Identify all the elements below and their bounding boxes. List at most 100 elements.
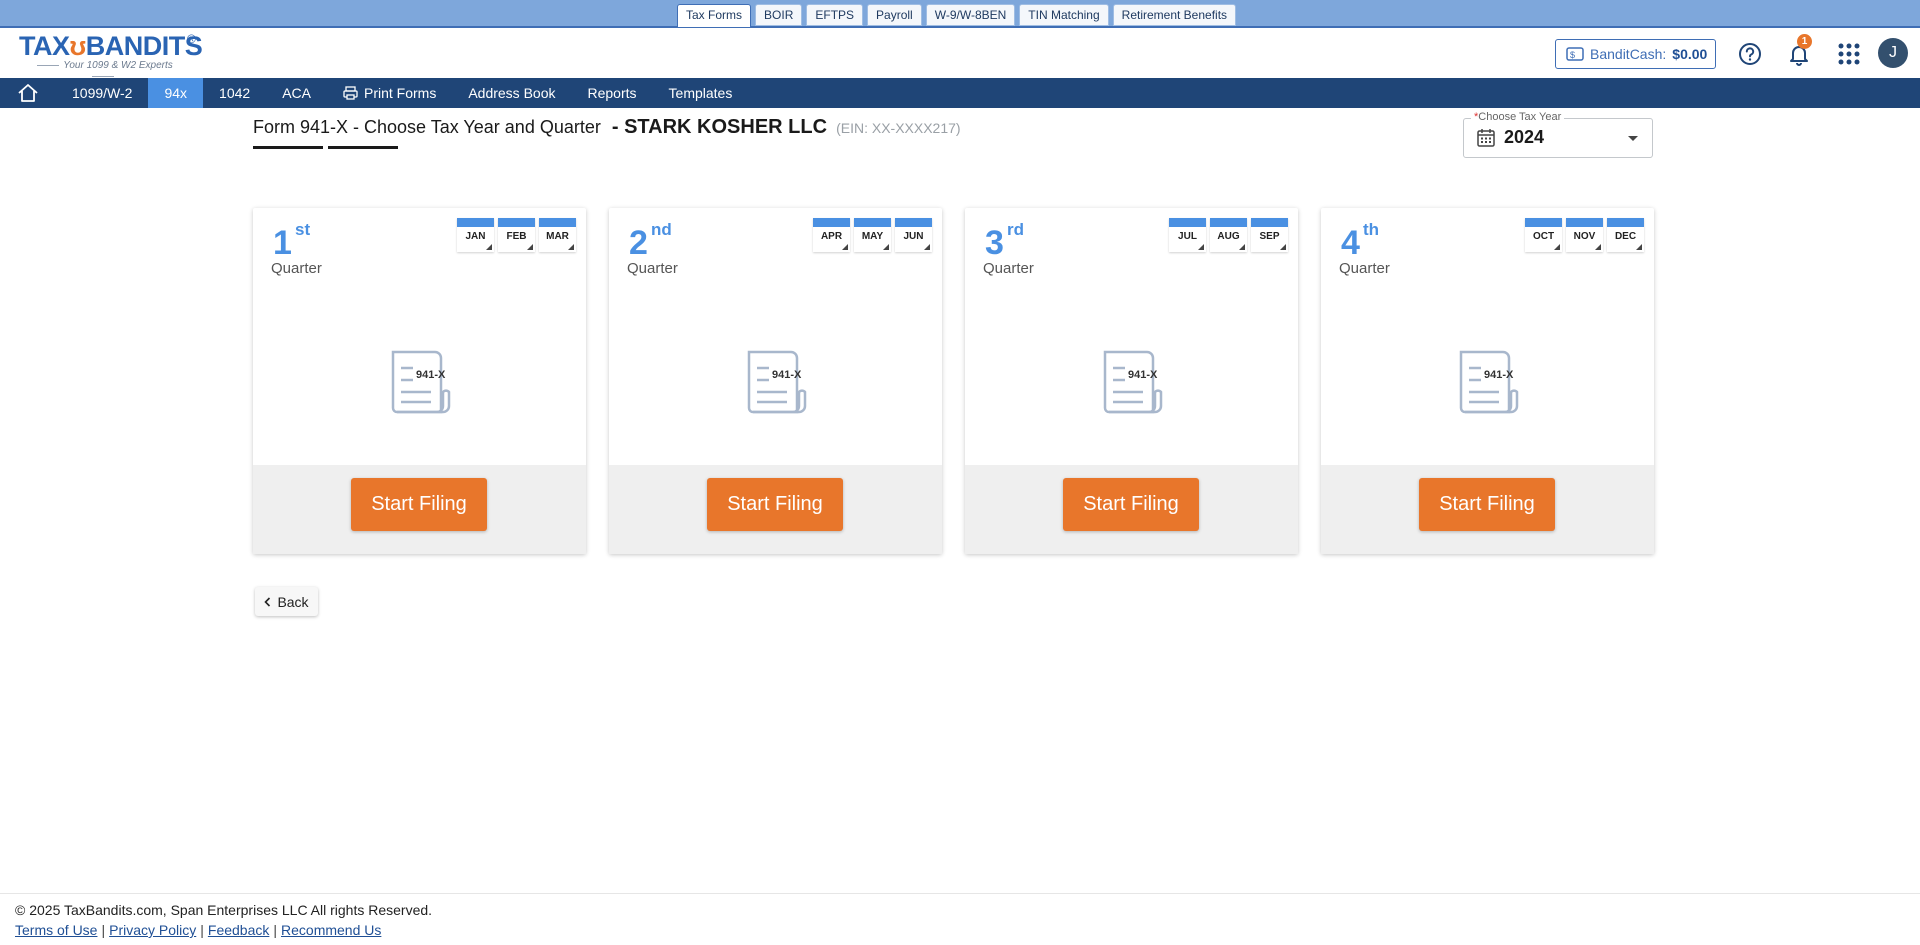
month-label: JAN [465, 231, 486, 242]
quarter-cards: 1 st Quarter JAN FEB MAR 941-X Start Fil… [253, 208, 1654, 554]
month-calendar-icon: DEC [1607, 218, 1644, 252]
month-calendar-icon: SEP [1251, 218, 1288, 252]
tab-tax-forms[interactable]: Tax Forms [677, 4, 752, 28]
tax-year-select[interactable]: *Choose Tax Year 2024 [1463, 111, 1653, 158]
quarter-suffix: nd [651, 220, 672, 239]
nav-item-aca[interactable]: ACA [266, 78, 327, 108]
month-calendar-icon: FEB [498, 218, 535, 252]
document-941x-icon: 941-X [1459, 350, 1519, 414]
quarter-number: 4 [1341, 224, 1360, 262]
tab-eftps[interactable]: EFTPS [806, 4, 864, 26]
form-label: 941-X [1484, 369, 1514, 381]
terms-of-use-link[interactable]: Terms of Use [15, 922, 97, 938]
card-footer: Start Filing [965, 465, 1298, 554]
bandit-cash-amount: $0.00 [1672, 46, 1708, 62]
nav-item-1042[interactable]: 1042 [203, 78, 266, 108]
nav-item-1099-w2[interactable]: 1099/W-2 [56, 78, 148, 108]
month-calendar-icon: MAR [539, 218, 576, 252]
start-filing-button-q2[interactable]: Start Filing [707, 478, 843, 531]
tab-payroll[interactable]: Payroll [867, 4, 922, 26]
tab-boir[interactable]: BOIR [755, 4, 803, 26]
feedback-link[interactable]: Feedback [208, 922, 269, 938]
footer-links: Terms of Use | Privacy Policy | Feedback | Rec… [15, 922, 382, 938]
document-941x-icon: 941-X [1103, 350, 1163, 414]
bandit-cash-label: BanditCash: [1590, 46, 1667, 62]
tab-tin-matching[interactable]: TIN Matching [1019, 4, 1109, 26]
card-footer: Start Filing [253, 465, 586, 554]
user-avatar[interactable]: J [1878, 38, 1908, 68]
company-ein: (EIN: XX-XXXX217) [836, 120, 961, 136]
month-label: DEC [1614, 231, 1637, 242]
page-footer: © 2025 TaxBandits.com, Span Enterprises … [0, 893, 1920, 945]
quarter-months: OCT NOV DEC [1525, 218, 1644, 252]
caret-down-icon [1628, 136, 1638, 141]
back-button[interactable]: Back [255, 587, 318, 616]
card-footer: Start Filing [609, 465, 942, 554]
logo-text-b: BANDITS [85, 31, 203, 61]
tax-year-legend-text: Choose Tax Year [1478, 111, 1562, 123]
form-label: 941-X [1128, 369, 1158, 381]
tax-year-legend: *Choose Tax Year [1471, 111, 1565, 123]
svg-text:$: $ [1570, 50, 1575, 60]
quarter-label: Quarter [1339, 260, 1390, 277]
nav-item-templates[interactable]: Templates [653, 78, 749, 108]
start-filing-button-q3[interactable]: Start Filing [1063, 478, 1199, 531]
nav-item-address-book[interactable]: Address Book [452, 78, 571, 108]
help-icon[interactable] [1737, 41, 1763, 67]
start-filing-button-q4[interactable]: Start Filing [1419, 478, 1555, 531]
quarter-label: Quarter [271, 260, 322, 277]
quarter-card-1: 1 st Quarter JAN FEB MAR 941-X Start Fil… [253, 208, 586, 554]
nav-item-print-forms[interactable]: Print Forms [327, 78, 452, 108]
quarter-months: JAN FEB MAR [457, 218, 576, 252]
quarter-card-3: 3 rd Quarter JUL AUG SEP 941-X Start Fil… [965, 208, 1298, 554]
month-calendar-icon: APR [813, 218, 850, 252]
nav-home[interactable] [0, 78, 56, 108]
print-forms-label: Print Forms [363, 85, 437, 101]
quarter-number: 3 [985, 224, 1004, 262]
nav-item-94x[interactable]: 94x [148, 78, 204, 108]
document-941x-icon: 941-X [747, 350, 807, 414]
recommend-us-link[interactable]: Recommend Us [281, 922, 381, 938]
start-filing-button-q1[interactable]: Start Filing [351, 478, 487, 531]
page-title: Form 941-X - Choose Tax Year and Quarter… [253, 116, 961, 139]
month-calendar-icon: JAN [457, 218, 494, 252]
logo-text-a: TAX [19, 31, 70, 61]
month-label: AUG [1217, 231, 1240, 242]
calendar-icon [1477, 129, 1495, 147]
quarter-label: Quarter [983, 260, 1034, 277]
tab-w9-w8ben[interactable]: W-9/W-8BEN [925, 4, 1016, 26]
document-941x-icon: 941-X [391, 350, 451, 414]
month-label: SEP [1259, 231, 1280, 242]
quarter-months: APR MAY JUN [813, 218, 932, 252]
tab-retirement-benefits[interactable]: Retirement Benefits [1112, 4, 1237, 26]
form-title: Form 941-X - Choose Tax Year and Quarter [253, 117, 601, 137]
month-calendar-icon: OCT [1525, 218, 1562, 252]
quarter-card-4: 4 th Quarter OCT NOV DEC 941-X Start Fil… [1321, 208, 1654, 554]
nav-item-reports[interactable]: Reports [572, 78, 653, 108]
month-label: JUL [1178, 231, 1197, 242]
home-icon [18, 84, 38, 102]
form-label: 941-X [772, 369, 802, 381]
apps-grid-icon[interactable] [1836, 41, 1862, 67]
month-label: APR [820, 231, 843, 242]
back-label: Back [277, 593, 309, 610]
privacy-policy-link[interactable]: Privacy Policy [109, 922, 196, 938]
product-tabs: Tax Forms BOIR EFTPS Payroll W-9/W-8BEN … [677, 4, 1237, 28]
title-underline-left [253, 146, 323, 149]
quarter-card-2: 2 nd Quarter APR MAY JUN 941-X Start Fil… [609, 208, 942, 554]
month-calendar-icon: MAY [854, 218, 891, 252]
month-label: JUN [903, 231, 924, 242]
logo-registered-mark: ® [187, 32, 196, 46]
form-label: 941-X [416, 369, 446, 381]
notification-badge: 1 [1797, 34, 1812, 49]
bandit-cash-button[interactable]: $ BanditCash: $0.00 [1555, 39, 1716, 69]
company-name: - STARK KOSHER LLC [611, 116, 828, 138]
taxbandits-logo[interactable]: TAXʊBANDITS ® Your 1099 & W2 Experts [19, 31, 203, 74]
printer-icon [343, 86, 358, 100]
product-strip: Tax Forms BOIR EFTPS Payroll W-9/W-8BEN … [0, 0, 1920, 28]
card-footer: Start Filing [1321, 465, 1654, 554]
quarter-number: 1 [273, 224, 292, 262]
month-calendar-icon: AUG [1210, 218, 1247, 252]
logo-tagline-text: Your 1099 & W2 Experts [63, 60, 173, 71]
month-calendar-icon: JUN [895, 218, 932, 252]
